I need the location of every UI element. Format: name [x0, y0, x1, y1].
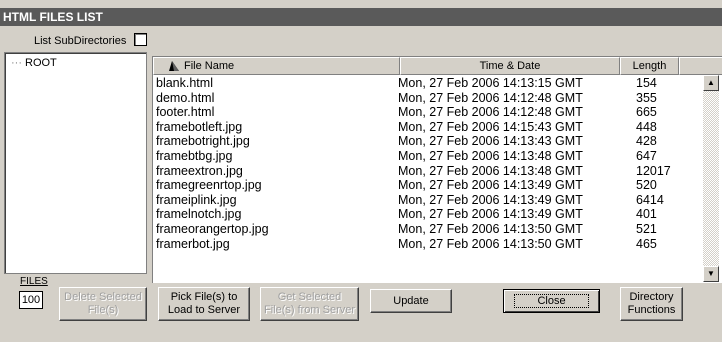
cell-length: 428	[636, 134, 657, 149]
tree-item-label: ROOT	[25, 57, 57, 69]
cell-file-name: framegreenrtop.jpg	[156, 178, 262, 193]
table-row[interactable]: footer.html Mon, 27 Feb 2006 14:12:48 GMT…	[153, 105, 701, 120]
table-row[interactable]: demo.html Mon, 27 Feb 2006 14:12:48 GMT 35…	[153, 91, 701, 106]
list-subdirectories-label: List SubDirectories	[34, 35, 127, 47]
cell-time-date: Mon, 27 Feb 2006 14:13:50 GMT	[398, 221, 583, 236]
cell-length: 465	[636, 236, 657, 251]
column-header-time-date[interactable]: Time & Date	[400, 57, 620, 75]
cell-length: 520	[636, 178, 657, 193]
table-row[interactable]: frameiplink.jpg Mon, 27 Feb 2006 14:13:49…	[153, 193, 701, 208]
sort-arrow-icon	[169, 61, 179, 71]
table-row[interactable]: framebtbg.jpg Mon, 27 Feb 2006 14:13:48 G…	[153, 149, 701, 164]
cell-length: 6414	[636, 192, 664, 207]
close-label: Close	[514, 294, 589, 308]
get-selected-button[interactable]: Get Selected File(s) from Server	[260, 287, 359, 321]
cell-time-date: Mon, 27 Feb 2006 14:12:48 GMT	[398, 105, 583, 120]
window-title: HTML FILES LIST	[0, 8, 722, 26]
cell-time-date: Mon, 27 Feb 2006 14:13:49 GMT	[398, 178, 583, 193]
cell-length: 647	[636, 148, 657, 163]
cell-length: 355	[636, 90, 657, 105]
cell-length: 154	[636, 76, 657, 90]
table-row[interactable]: frameextron.jpg Mon, 27 Feb 2006 14:13:48…	[153, 164, 701, 179]
column-header-label: File Name	[184, 60, 235, 72]
directory-functions-button[interactable]: Directory Functions	[620, 287, 683, 321]
column-header-filler	[679, 57, 722, 75]
column-header-file-name[interactable]: File Name	[153, 57, 400, 75]
cell-length: 401	[636, 207, 657, 222]
cell-file-name: frameextron.jpg	[156, 163, 243, 178]
table-row[interactable]: framerbot.jpg Mon, 27 Feb 2006 14:13:50 G…	[153, 237, 701, 252]
pick-files-label: Pick File(s) to Load to Server	[167, 291, 241, 316]
files-label: FILES	[20, 276, 48, 287]
get-selected-label: Get Selected File(s) from Server	[263, 291, 356, 316]
table-row[interactable]: framelnotch.jpg Mon, 27 Feb 2006 14:13:49…	[153, 207, 701, 222]
cell-time-date: Mon, 27 Feb 2006 14:13:48 GMT	[398, 163, 583, 178]
vertical-scrollbar[interactable]: ▲ ▼	[703, 75, 719, 282]
files-count: 100	[19, 291, 43, 309]
directory-functions-label: Directory Functions	[627, 291, 676, 316]
close-button[interactable]: Close	[503, 289, 600, 313]
table-row[interactable]: framebotleft.jpg Mon, 27 Feb 2006 14:15:4…	[153, 120, 701, 135]
update-label: Update	[393, 294, 429, 307]
delete-selected-label: Delete Selected File(s)	[64, 291, 142, 316]
file-rows: blank.html Mon, 27 Feb 2006 14:13:15 GMT 1…	[153, 76, 701, 251]
cell-length: 448	[636, 119, 657, 134]
cell-file-name: framerbot.jpg	[156, 236, 230, 251]
cell-length: 521	[636, 221, 657, 236]
cell-file-name: demo.html	[156, 90, 215, 105]
table-row[interactable]: blank.html Mon, 27 Feb 2006 14:13:15 GMT 1…	[153, 76, 701, 91]
cell-length: 12017	[636, 163, 671, 178]
cell-length: 665	[636, 105, 657, 120]
scroll-down-arrow-icon[interactable]: ▼	[703, 266, 719, 282]
cell-time-date: Mon, 27 Feb 2006 14:15:43 GMT	[398, 119, 583, 134]
pick-files-button[interactable]: Pick File(s) to Load to Server	[158, 287, 250, 321]
list-subdirectories-checkbox[interactable]	[134, 33, 147, 46]
cell-time-date: Mon, 27 Feb 2006 14:13:50 GMT	[398, 236, 583, 251]
cell-time-date: Mon, 27 Feb 2006 14:13:49 GMT	[398, 207, 583, 222]
cell-file-name: framebotleft.jpg	[156, 119, 243, 134]
cell-file-name: blank.html	[156, 76, 213, 90]
cell-file-name: frameiplink.jpg	[156, 192, 237, 207]
cell-time-date: Mon, 27 Feb 2006 14:13:43 GMT	[398, 134, 583, 149]
tree-item-root[interactable]: ··· ROOT	[11, 57, 57, 69]
table-row[interactable]: frameorangertop.jpg Mon, 27 Feb 2006 14:1…	[153, 222, 701, 237]
cell-time-date: Mon, 27 Feb 2006 14:13:48 GMT	[398, 148, 583, 163]
delete-selected-button[interactable]: Delete Selected File(s)	[59, 287, 147, 321]
cell-file-name: framebotright.jpg	[156, 134, 250, 149]
cell-time-date: Mon, 27 Feb 2006 14:13:49 GMT	[398, 192, 583, 207]
directory-tree[interactable]: ··· ROOT	[4, 52, 147, 274]
cell-file-name: framebtbg.jpg	[156, 148, 233, 163]
table-row[interactable]: framegreenrtop.jpg Mon, 27 Feb 2006 14:13…	[153, 178, 701, 193]
column-header-length[interactable]: Length	[620, 57, 679, 75]
cell-time-date: Mon, 27 Feb 2006 14:13:15 GMT	[398, 76, 583, 90]
cell-file-name: frameorangertop.jpg	[156, 221, 269, 236]
scroll-up-arrow-icon[interactable]: ▲	[703, 75, 719, 91]
update-button[interactable]: Update	[370, 289, 452, 313]
cell-file-name: framelnotch.jpg	[156, 207, 242, 222]
cell-file-name: footer.html	[156, 105, 215, 120]
file-list[interactable]: File Name Time & Date Length blank.html M…	[152, 56, 722, 283]
cell-time-date: Mon, 27 Feb 2006 14:12:48 GMT	[398, 90, 583, 105]
tree-connector-icon: ···	[11, 57, 22, 69]
table-row[interactable]: framebotright.jpg Mon, 27 Feb 2006 14:13:…	[153, 134, 701, 149]
